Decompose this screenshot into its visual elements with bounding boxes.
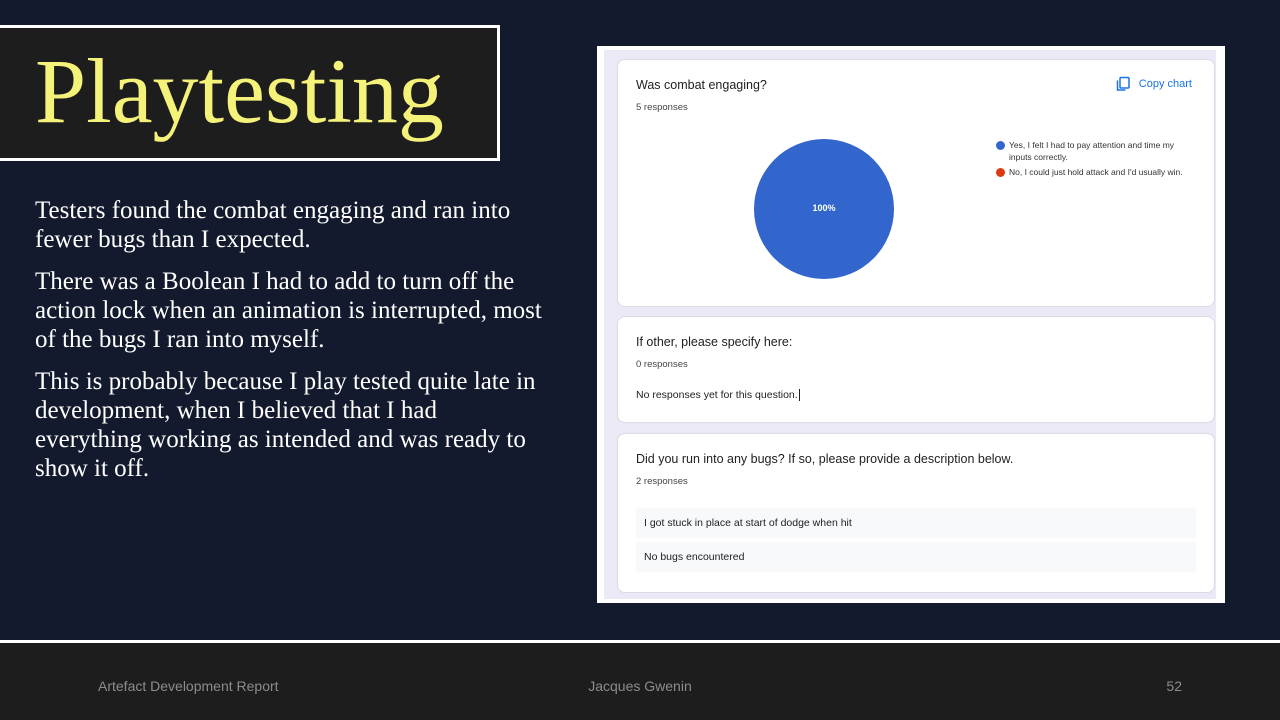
response-count: 2 responses (636, 476, 688, 487)
body-text: Testers found the combat engaging and ra… (35, 196, 545, 496)
legend-label: No, I could just hold attack and I'd usu… (1009, 167, 1183, 177)
response-count: 0 responses (636, 359, 688, 370)
slide: { "slide": { "title": "Playtesting", "pa… (0, 0, 1280, 720)
text-cursor (798, 389, 800, 402)
forms-screenshot: Was combat engaging? 5 responses Copy ch… (597, 46, 1225, 603)
legend-label: Yes, I felt I had to pay attention and t… (1009, 140, 1175, 162)
pie-slice-label: 100% (812, 203, 836, 213)
response-row: No bugs encountered (636, 542, 1196, 572)
copy-chart-button[interactable]: Copy chart (1115, 76, 1192, 92)
question-title: Was combat engaging? (636, 78, 767, 92)
question-card-other: If other, please specify here: 0 respons… (617, 316, 1215, 423)
paragraph-1: Testers found the combat engaging and ra… (35, 197, 511, 253)
chart-legend: Yes, I felt I had to pay attention and t… (996, 139, 1196, 181)
slide-title: Playtesting (35, 40, 444, 142)
legend-dot-red-icon (996, 168, 1005, 177)
question-title: If other, please specify here: (636, 335, 793, 349)
footer: Artefact Development Report Jacques Gwen… (0, 643, 1280, 720)
page-number: 52 (1166, 678, 1182, 694)
question-title: Did you run into any bugs? If so, please… (636, 452, 1014, 466)
question-card-bugs: Did you run into any bugs? If so, please… (617, 433, 1215, 593)
response-count: 5 responses (636, 102, 688, 113)
copy-icon (1116, 76, 1130, 91)
question-card-combat: Was combat engaging? 5 responses Copy ch… (617, 59, 1215, 307)
legend-dot-blue-icon (996, 141, 1005, 150)
legend-item-yes: Yes, I felt I had to pay attention and t… (996, 139, 1196, 163)
no-responses-label: No responses yet for this question. (636, 389, 798, 401)
footer-author: Jacques Gwenin (588, 678, 692, 694)
paragraph-2: There was a Boolean I had to add to turn… (35, 268, 542, 353)
paragraph-3: This is probably because I play tested q… (35, 368, 536, 482)
forms-background: Was combat engaging? 5 responses Copy ch… (604, 50, 1216, 599)
no-responses-text: No responses yet for this question. (636, 389, 800, 402)
title-box: Playtesting (0, 25, 500, 161)
copy-chart-label: Copy chart (1138, 78, 1192, 90)
legend-item-no: No, I could just hold attack and I'd usu… (996, 166, 1196, 178)
response-row: I got stuck in place at start of dodge w… (636, 508, 1196, 538)
